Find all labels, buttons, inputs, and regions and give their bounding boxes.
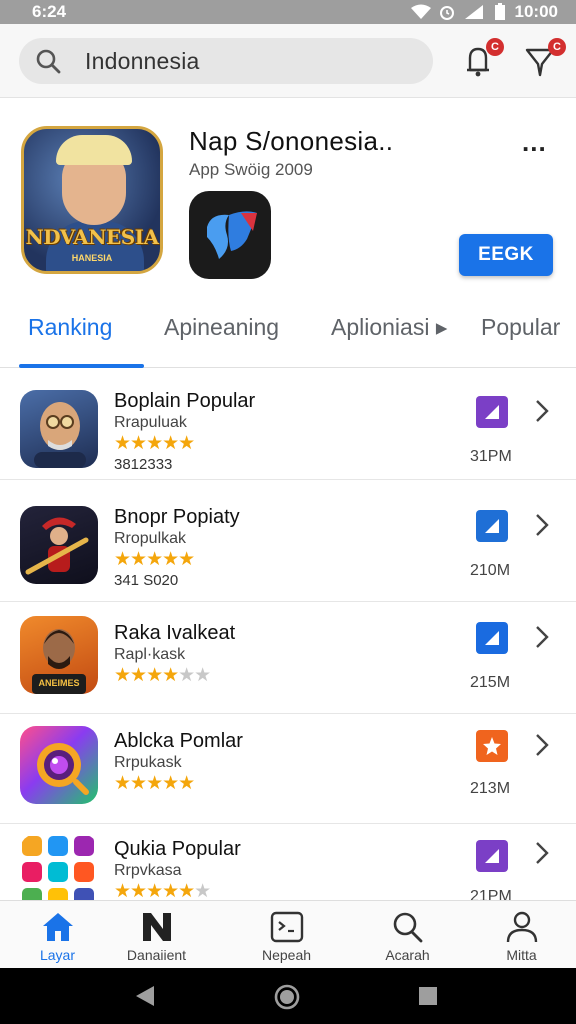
- star-rating: ★★★★★★: [114, 665, 211, 686]
- alarm-icon: [439, 6, 454, 20]
- app-grid-icon: [20, 834, 98, 900]
- row-icon-text: ANEIMES: [38, 678, 79, 688]
- install-badge-icon[interactable]: [476, 622, 508, 654]
- app-size: 210M: [470, 562, 511, 579]
- app-name: Boplain Popular: [114, 390, 256, 412]
- install-button[interactable]: EEGK: [459, 234, 553, 276]
- nav-item-acarah[interactable]: Acarah: [350, 901, 465, 969]
- install-badge-icon[interactable]: [476, 840, 508, 872]
- app-size: 215M: [470, 674, 511, 691]
- list-item[interactable]: ANEIMES Raka Ivalkeat Rapl·kask ★★★★★★ 2…: [0, 602, 576, 714]
- nav-item-danaiient[interactable]: Danaiient: [99, 901, 214, 969]
- n-logo-icon: [142, 913, 171, 941]
- search-input[interactable]: Indonnesia: [19, 38, 433, 84]
- recents-icon[interactable]: [418, 986, 438, 1006]
- star-rating: ★★★★★: [114, 549, 195, 570]
- chevron-right-icon[interactable]: [532, 840, 552, 866]
- app-size: 31PM: [470, 448, 512, 465]
- app-category: Rrpukask: [114, 754, 182, 771]
- status-bar: 6:24 10:00: [0, 0, 576, 24]
- featured-secondary-icon[interactable]: [189, 191, 271, 279]
- app-category: Rrapuluak: [114, 414, 187, 431]
- signal-icon: [464, 5, 483, 19]
- app-name: Bnopr Popiaty: [114, 506, 240, 528]
- list-item[interactable]: Boplain Popular Rrapuluak ★★★★★ 3812333 …: [0, 368, 576, 480]
- featured-app-subtitle: App Swöig 2009: [189, 160, 313, 179]
- home-icon: [42, 913, 73, 941]
- search-icon: [393, 912, 422, 943]
- app-category: Rrpvkasa: [114, 862, 182, 879]
- nav-label: Nepeah: [261, 947, 312, 963]
- featured-app-icon[interactable]: NDVANESIA HANESIA: [21, 126, 163, 274]
- install-badge-icon[interactable]: [476, 396, 508, 428]
- featured-icon-subtitle: HANESIA: [71, 253, 113, 263]
- nav-label: Acarah: [385, 947, 430, 963]
- install-badge-icon[interactable]: [476, 510, 508, 542]
- more-options-button[interactable]: ...: [522, 129, 547, 155]
- app-name: Raka Ivalkeat: [114, 622, 236, 644]
- nav-item-mitta[interactable]: Mitta: [464, 901, 576, 969]
- tab-popular[interactable]: Popular: [481, 314, 560, 341]
- install-badge-icon[interactable]: [476, 730, 508, 762]
- app-ranking-list: Boplain Popular Rrapuluak ★★★★★ 3812333 …: [0, 368, 576, 900]
- filter-badge: C: [548, 38, 566, 56]
- list-item[interactable]: Ablcka Pomlar Rrpukask ★★★★★ 213M: [0, 712, 576, 824]
- app-size: 21PM: [470, 888, 512, 900]
- guitar-player-icon: [20, 506, 98, 584]
- man-portrait-icon: ANEIMES: [20, 616, 98, 694]
- list-item[interactable]: Bnopr Popiaty Rropulkak ★★★★★ 341 S020 2…: [0, 490, 576, 602]
- tab-apineaning[interactable]: Apineaning: [164, 314, 279, 341]
- back-icon[interactable]: [134, 984, 156, 1008]
- app-name: Ablcka Pomlar: [114, 730, 243, 752]
- notification-badge: C: [486, 38, 504, 56]
- battery-icon: [494, 3, 505, 20]
- search-header: Indonnesia C C: [0, 24, 576, 98]
- person-icon: [506, 911, 537, 943]
- search-icon: [36, 49, 61, 74]
- tab-aplioniasi[interactable]: Aplioniasi ▸: [331, 314, 447, 341]
- nav-item-nepeah[interactable]: Nepeah: [229, 901, 344, 969]
- nav-label: Danaiient: [126, 947, 187, 963]
- filter-button[interactable]: C: [524, 38, 566, 78]
- terminal-icon: [270, 911, 303, 943]
- tab-ranking[interactable]: Ranking: [28, 314, 112, 341]
- chevron-right-icon[interactable]: [532, 398, 552, 424]
- chevron-right-icon[interactable]: [532, 732, 552, 758]
- star-rating: ★★★★★★: [114, 881, 211, 901]
- app-category: Rapl·kask: [114, 646, 186, 663]
- status-time-right: 10:00: [514, 2, 558, 21]
- system-navigation-bar: [0, 968, 576, 1024]
- featured-app-title[interactable]: Nap S/ononesia..: [189, 126, 393, 157]
- app-name: Qukia Popular: [114, 838, 241, 860]
- download-count: 341 S020: [114, 572, 179, 589]
- category-tabs: Ranking Apineaning Aplioniasi ▸ Popular: [0, 300, 576, 368]
- old-man-portrait-icon: [20, 390, 98, 468]
- app-size: 213M: [470, 780, 511, 797]
- nav-item-layar[interactable]: Layar: [0, 901, 115, 969]
- bottom-navigation: Layar Danaiient Nepeah Acarah Mitta: [0, 900, 576, 968]
- notifications-button[interactable]: C: [462, 38, 504, 78]
- download-count: 3812333: [114, 456, 173, 473]
- chevron-right-icon[interactable]: [532, 512, 552, 538]
- status-icons: 10:00: [410, 2, 558, 22]
- home-circle-icon[interactable]: [274, 984, 300, 1010]
- search-query: Indonnesia: [85, 47, 200, 74]
- status-time: 6:24: [32, 2, 67, 21]
- featured-icon-title: NDVANESIA: [25, 225, 159, 249]
- star-rating: ★★★★★: [114, 433, 195, 454]
- character-hair: [56, 135, 132, 165]
- star-rating: ★★★★★: [114, 773, 195, 794]
- chevron-right-icon[interactable]: [532, 624, 552, 650]
- nav-label: Layar: [39, 947, 76, 963]
- featured-app: NDVANESIA HANESIA Nap S/ononesia.. App S…: [0, 98, 576, 308]
- blue-bird-logo-icon: [207, 211, 257, 259]
- app-category: Rropulkak: [114, 530, 187, 547]
- list-item[interactable]: Qukia Popular Rrpvkasa ★★★★★★ 21PM: [0, 820, 576, 900]
- camera-lens-icon: [20, 726, 98, 804]
- wifi-icon: [410, 4, 431, 19]
- nav-label: Mitta: [506, 947, 537, 963]
